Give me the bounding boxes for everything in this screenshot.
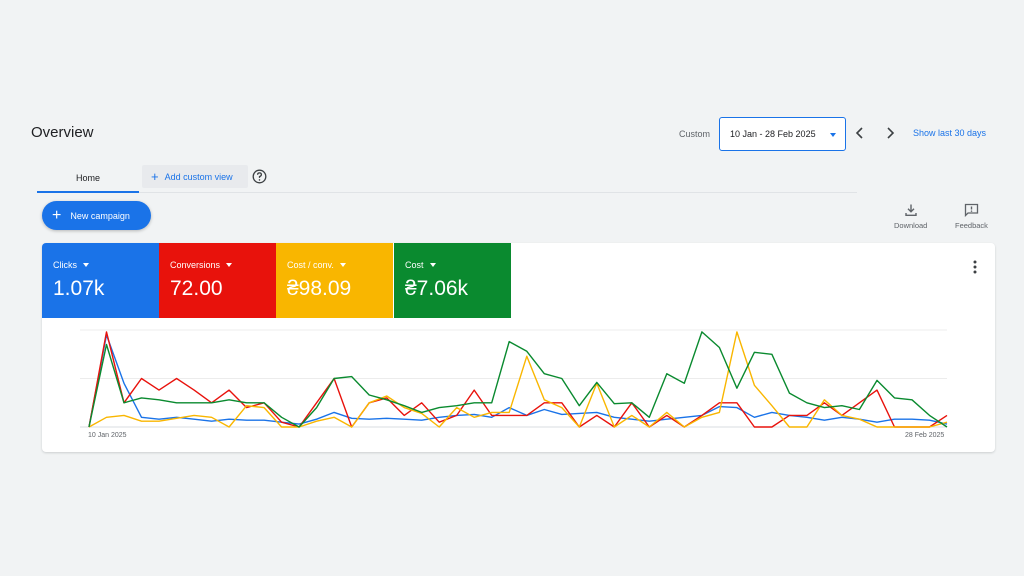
show-last-30-days-link[interactable]: Show last 30 days (913, 128, 986, 138)
view-tabs: Home + Add custom view (37, 165, 857, 193)
help-icon[interactable] (252, 169, 267, 184)
x-axis-end-label: 28 Feb 2025 (905, 432, 945, 439)
add-custom-view-button[interactable]: + Add custom view (142, 165, 248, 188)
custom-label: Custom (679, 129, 711, 139)
add-custom-view-label: Add custom view (164, 171, 233, 182)
tab-home[interactable]: Home (37, 165, 139, 193)
date-picker-group: Custom 10 Jan - 28 Feb 2025 (679, 117, 847, 151)
feedback-label: Feedback (955, 221, 988, 230)
new-campaign-button[interactable]: + New campaign (42, 201, 151, 230)
x-axis-start-label: 10 Jan 2025 (88, 432, 127, 439)
chevron-right-icon[interactable] (883, 126, 897, 140)
date-range-value: 10 Jan - 28 Feb 2025 (730, 129, 816, 139)
new-campaign-label: New campaign (70, 210, 130, 221)
feedback-icon (964, 203, 979, 217)
page-title: Overview (31, 124, 94, 141)
plus-icon: + (151, 169, 159, 184)
download-icon (904, 204, 917, 216)
feedback-button[interactable]: Feedback (955, 203, 988, 230)
download-label: Download (894, 221, 928, 230)
performance-line-chart (80, 329, 948, 428)
series-line-cost (88, 331, 948, 428)
performance-card: Clicks 1.07k Conversions 72.00 Cost / co… (42, 243, 995, 452)
plus-icon: + (52, 206, 62, 224)
chevron-left-icon[interactable] (853, 126, 867, 140)
download-button[interactable]: Download (894, 203, 927, 230)
caret-down-icon (830, 133, 837, 137)
date-range-selector[interactable]: 10 Jan - 28 Feb 2025 (719, 117, 847, 151)
series-line-clicks (88, 334, 948, 428)
